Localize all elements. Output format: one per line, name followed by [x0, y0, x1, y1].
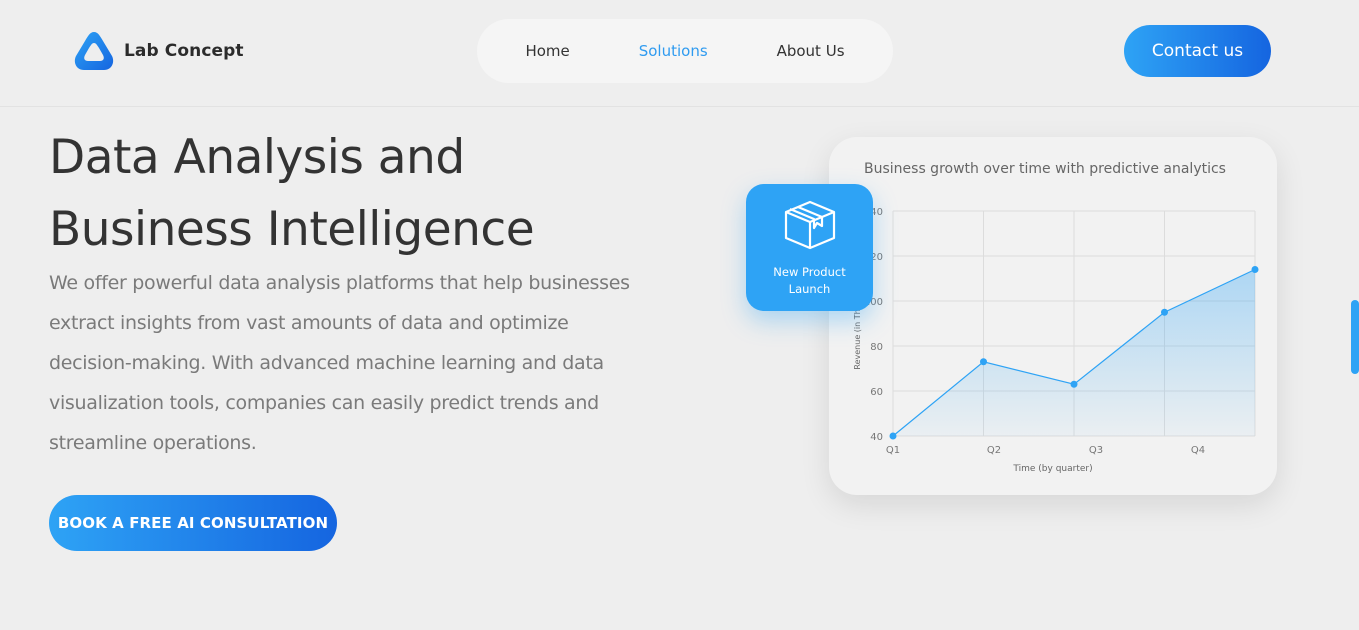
y-tick-label: 60	[870, 387, 883, 398]
y-tick-label: 80	[870, 342, 883, 353]
hero-title-line-2: Business Intelligence	[49, 202, 535, 257]
contact-us-button[interactable]: Contact us	[1124, 25, 1271, 77]
nav-item-about-us[interactable]: About Us	[777, 42, 845, 60]
brand-name: Lab Concept	[124, 41, 244, 61]
new-product-launch-badge: New Product Launch	[746, 184, 873, 311]
logo-icon	[72, 30, 116, 72]
growth-chart: 406080100120140Q1 Q2 Q3 Q4Time (by quarter)…	[853, 207, 1259, 474]
hero-description: We offer powerful data analysis platform…	[49, 272, 630, 454]
data-point	[1161, 308, 1168, 316]
data-point	[889, 432, 897, 440]
x-tick-label: Q4	[1191, 445, 1205, 456]
box-icon	[782, 198, 838, 256]
badge-label: New Product Launch	[773, 265, 846, 296]
data-point	[1070, 380, 1078, 388]
x-axis-label: Time (by quarter)	[1012, 464, 1092, 474]
hero-title: Data Analysis and Business Intelligence	[49, 122, 689, 266]
y-tick-label: 40	[870, 432, 883, 443]
y-axis-label: Revenue (in Tho	[853, 304, 862, 369]
data-point	[980, 358, 987, 366]
scrollbar-thumb[interactable]	[1351, 300, 1359, 374]
hero-title-line-1: Data Analysis and	[49, 130, 465, 185]
chart-title: Business growth over time with predictiv…	[864, 161, 1226, 177]
page: Lab Concept Home Solutions About Us Cont…	[0, 0, 1359, 630]
x-tick-label: Q2	[987, 445, 1001, 456]
site-header: Lab Concept Home Solutions About Us Cont…	[0, 0, 1359, 107]
chart-card: 40 60 80 100 120 140 Q1 Q2 Q3 Q4 Time (by quarter)…	[829, 137, 1277, 495]
nav-item-solutions[interactable]: Solutions	[639, 42, 708, 60]
data-point	[1251, 266, 1259, 273]
nav-item-home[interactable]: Home	[525, 42, 569, 60]
x-tick-label: Q3	[1089, 445, 1103, 456]
x-tick-label: Q1	[886, 445, 900, 456]
book-consultation-button[interactable]: BOOK A FREE AI CONSULTATION	[49, 495, 337, 551]
main-nav: Home Solutions About Us	[477, 19, 893, 83]
logo[interactable]: Lab Concept	[72, 30, 244, 72]
